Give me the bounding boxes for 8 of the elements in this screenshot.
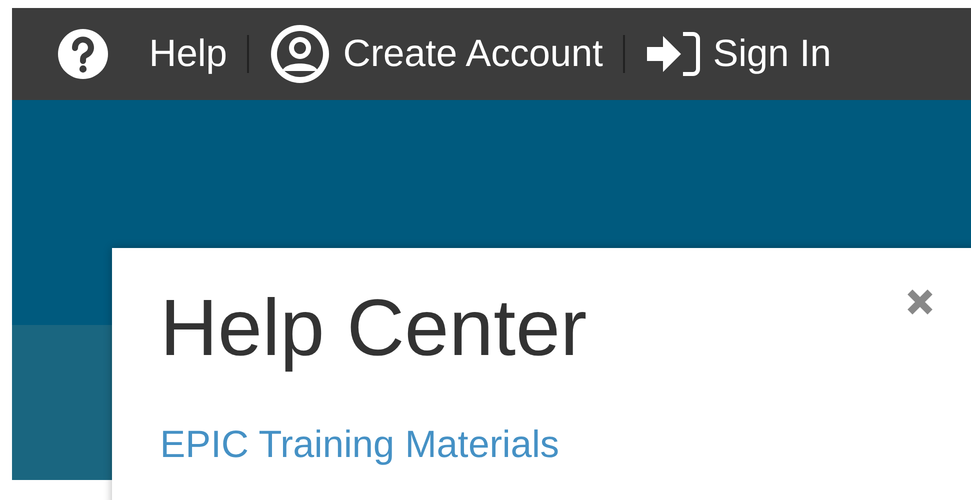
nav-link[interactable]: Create Account: [269, 23, 603, 85]
sign-in-icon: [644, 30, 701, 78]
help-icon: [57, 28, 109, 80]
user-icon: [269, 23, 332, 85]
nav-link[interactable]: Help: [57, 28, 228, 80]
close-button[interactable]: [906, 288, 934, 316]
nav-link[interactable]: Sign In: [644, 30, 832, 78]
close-icon: [906, 288, 934, 316]
